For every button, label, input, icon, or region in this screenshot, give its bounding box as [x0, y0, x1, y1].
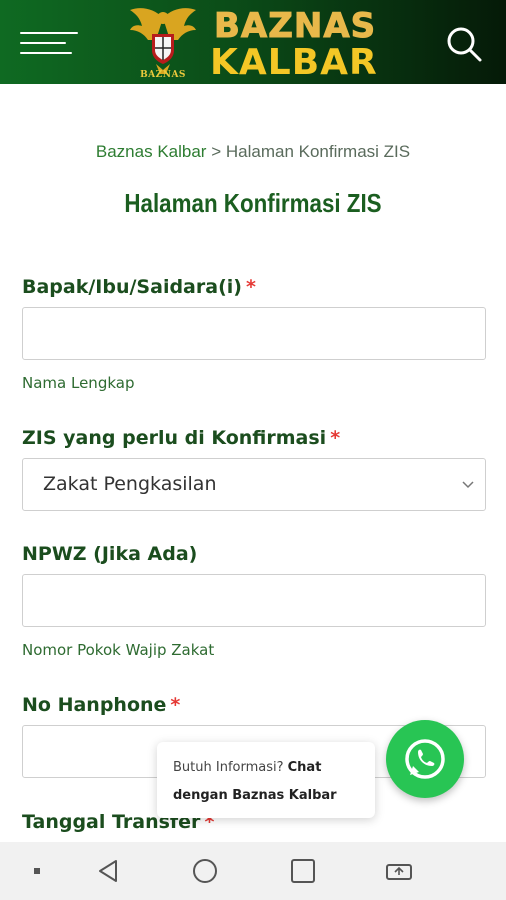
name-field-label: Bapak/Ibu/Saidara(i) *	[22, 276, 256, 298]
search-icon	[447, 27, 482, 62]
name-label-text: Bapak/Ibu/Saidara(i)	[22, 276, 242, 298]
zis-field-label: ZIS yang perlu di Konfirmasi *	[22, 427, 340, 449]
nav-recents-button[interactable]	[288, 856, 318, 886]
search-button[interactable]	[444, 24, 484, 64]
name-input[interactable]	[22, 307, 486, 360]
whatsapp-button[interactable]	[386, 720, 464, 798]
back-icon	[99, 860, 117, 882]
home-icon	[193, 859, 217, 883]
site-header: BAZNAS BAZNAS KALBAR	[0, 0, 506, 84]
zis-label-text: ZIS yang perlu di Konfirmasi	[22, 427, 327, 449]
phone-label-text: No Hanphone	[22, 694, 167, 716]
breadcrumb-current: Halaman Konfirmasi ZIS	[225, 142, 411, 161]
phone-field-label: No Hanphone *	[22, 694, 180, 716]
required-marker: *	[245, 276, 256, 298]
hamburger-menu-button[interactable]	[20, 30, 78, 56]
logo-small-text: BAZNAS	[140, 70, 186, 80]
screen-rotate-icon	[386, 864, 412, 880]
breadcrumb: Baznas Kalbar > Halaman Konfirmasi ZIS	[0, 142, 506, 162]
zis-select[interactable]: Zakat Pengkasilan	[22, 458, 486, 511]
page-title: Halaman Konfirmasi ZIS	[124, 188, 382, 218]
npwz-label-text: NPWZ (Jika Ada)	[22, 543, 198, 565]
name-help-text: Nama Lengkap	[22, 374, 135, 392]
menu-line	[20, 32, 78, 34]
menu-dot-icon	[34, 868, 40, 874]
logo-title-line1: BAZNAS	[213, 6, 377, 46]
nav-rotate-button[interactable]	[384, 856, 414, 886]
npwz-field-label: NPWZ (Jika Ada)	[22, 543, 197, 565]
required-marker: *	[330, 427, 341, 449]
nav-home-button[interactable]	[190, 856, 220, 886]
chat-popup-prefix: Butuh Informasi?	[173, 760, 284, 775]
breadcrumb-home-link[interactable]: Baznas Kalbar	[96, 142, 207, 161]
npwz-input[interactable]	[22, 574, 486, 627]
recents-icon	[291, 859, 315, 883]
breadcrumb-separator: >	[211, 142, 222, 161]
chat-popup[interactable]: Butuh Informasi? Chat dengan Baznas Kalb…	[157, 742, 375, 818]
system-navigation-bar	[0, 842, 506, 900]
zis-selected-value: Zakat Pengkasilan	[43, 473, 217, 495]
nav-menu-dot[interactable]	[22, 856, 52, 886]
logo-title-line2: KALBAR	[210, 42, 378, 83]
baznas-logo[interactable]: BAZNAS BAZNAS KALBAR	[126, 4, 386, 82]
menu-line	[20, 42, 66, 44]
npwz-help-text: Nomor Pokok Wajip Zakat	[22, 641, 215, 659]
menu-line	[20, 52, 72, 54]
nav-back-button[interactable]	[94, 856, 124, 886]
required-marker: *	[170, 694, 181, 716]
chevron-down-icon	[462, 481, 474, 489]
whatsapp-icon	[405, 739, 445, 779]
